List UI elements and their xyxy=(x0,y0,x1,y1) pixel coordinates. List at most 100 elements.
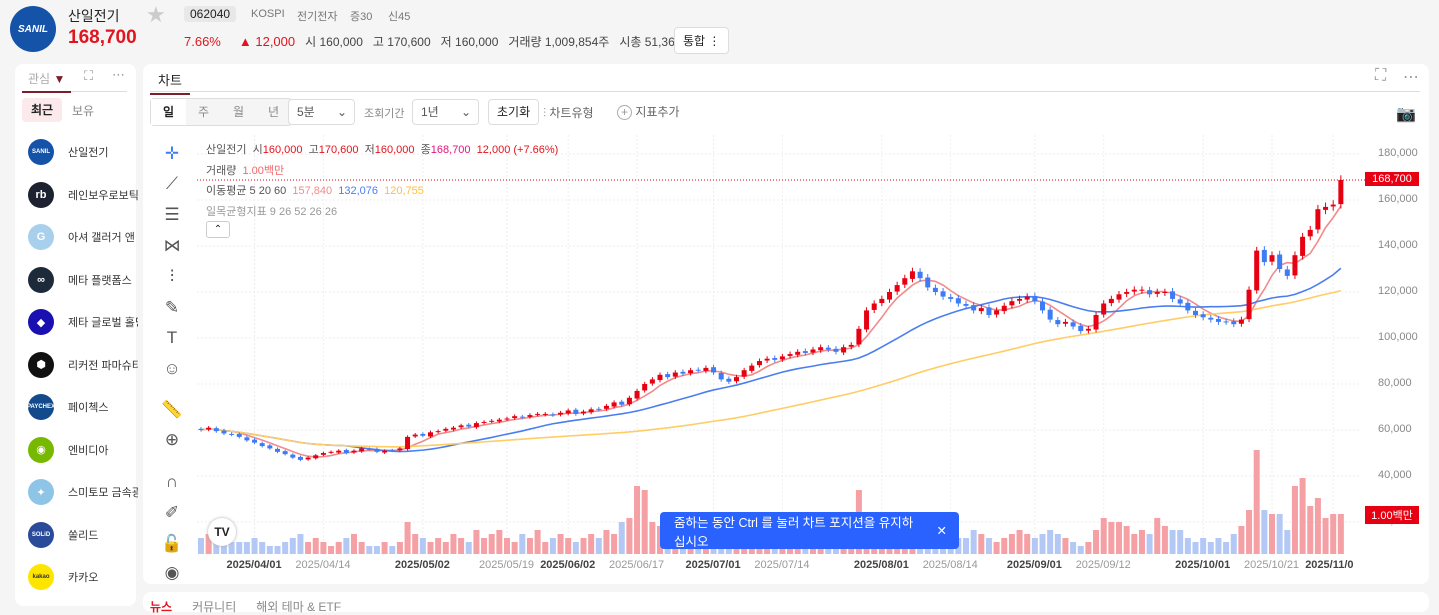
candle-body xyxy=(1124,292,1130,294)
candle-body xyxy=(657,374,663,381)
candle-body xyxy=(412,434,418,437)
legend-close: 168,700 xyxy=(430,144,471,156)
candle-body xyxy=(1200,314,1206,318)
volume-bar xyxy=(1154,518,1161,554)
candle-body xyxy=(1284,269,1290,276)
legend-low-label: 저 xyxy=(364,144,375,156)
ma5-value: 157,840 xyxy=(292,185,333,197)
candle-body xyxy=(795,351,801,355)
candle-body xyxy=(1170,291,1176,299)
volume-bar xyxy=(641,490,648,554)
candle-body xyxy=(695,369,701,371)
candle-body xyxy=(1078,325,1084,332)
volume-bar xyxy=(297,534,304,554)
x-tick-label: 2025/06/02 xyxy=(540,559,596,571)
candle-body xyxy=(634,390,640,399)
volume-bar xyxy=(1031,538,1038,554)
tab-theme-etf[interactable]: 해외 테마 & ETF xyxy=(256,598,341,615)
volume-bar xyxy=(588,534,595,554)
volume-bar xyxy=(1108,522,1115,554)
volume-bar xyxy=(1330,514,1337,554)
y-tick-label: 120,000 xyxy=(1378,285,1418,297)
volume-bar xyxy=(1062,538,1069,554)
volume-bar xyxy=(1276,514,1283,554)
tab-community[interactable]: 커뮤니티 xyxy=(192,598,236,615)
candle-body xyxy=(1047,309,1053,320)
candle-body xyxy=(818,347,824,351)
volume-bar xyxy=(312,538,319,554)
candle-body xyxy=(588,409,594,413)
volume-bar xyxy=(1100,518,1107,554)
volume-bar xyxy=(328,546,335,554)
candle-body xyxy=(221,430,227,434)
candle-body xyxy=(756,361,762,366)
tab-news[interactable]: 뉴스 xyxy=(150,598,172,615)
volume-bar xyxy=(603,530,610,554)
x-tick-label: 2025/04/14 xyxy=(295,559,351,571)
volume-bar xyxy=(1253,450,1260,554)
volume-bar xyxy=(1001,538,1008,554)
candle-body xyxy=(535,413,541,415)
volume-bar xyxy=(626,518,633,554)
y-tick-label: 160,000 xyxy=(1378,193,1418,205)
volume-bar xyxy=(1070,542,1077,554)
y-tick-label: 100,000 xyxy=(1378,331,1418,343)
candle-body xyxy=(405,436,411,450)
y-tick-label: 60,000 xyxy=(1378,423,1412,435)
volume-bar xyxy=(557,534,564,554)
volume-bar xyxy=(1039,534,1046,554)
volume-bar xyxy=(963,538,969,554)
y-tick-label: 140,000 xyxy=(1378,239,1418,251)
candle-body xyxy=(244,437,250,441)
candle-body xyxy=(259,443,265,447)
collapse-legend-button[interactable]: ⌃ xyxy=(206,221,230,238)
volume-bar xyxy=(649,522,656,554)
close-icon[interactable]: ✕ xyxy=(937,523,947,538)
candle-body xyxy=(359,448,365,452)
volume-bar xyxy=(442,542,449,554)
volume-bar xyxy=(243,542,250,554)
volume-bar xyxy=(1085,542,1092,554)
candle-body xyxy=(343,450,349,453)
candle-body xyxy=(718,372,724,380)
candle-body xyxy=(1108,298,1114,304)
volume-bar xyxy=(611,534,618,554)
candle-body xyxy=(772,358,778,360)
candle-body xyxy=(1024,296,1030,300)
candle-body xyxy=(1261,249,1267,263)
candle-body xyxy=(1223,321,1229,323)
volume-bar xyxy=(618,522,625,554)
volume-bar xyxy=(366,546,373,554)
candle-body xyxy=(1040,301,1045,311)
candle-body xyxy=(550,414,556,416)
candle-body xyxy=(428,432,433,437)
candle-body xyxy=(229,433,235,435)
candle-body xyxy=(1238,319,1244,324)
volume-bar xyxy=(1261,510,1268,554)
candle-body xyxy=(1193,310,1198,315)
candle-body xyxy=(297,456,303,460)
candle-body xyxy=(320,453,326,455)
volume-bar xyxy=(251,538,258,554)
volume-bar xyxy=(320,542,327,554)
candle-body xyxy=(313,455,319,459)
candle-body xyxy=(902,278,908,285)
candle-body xyxy=(1323,206,1329,210)
volume-bar xyxy=(404,522,411,554)
candle-body xyxy=(1085,328,1091,331)
volume-bar xyxy=(427,542,434,554)
candle-body xyxy=(779,356,785,360)
volume-bar xyxy=(198,538,204,554)
volume-bar xyxy=(412,534,419,554)
candle-body xyxy=(603,405,609,409)
ichimoku-legend: 일목균형지표 9 26 52 26 26 xyxy=(206,206,338,218)
candle-body xyxy=(810,349,816,353)
volume-bar xyxy=(458,538,465,554)
candle-body xyxy=(1070,322,1076,327)
x-tick-label: 2025/09/01 xyxy=(1006,559,1062,571)
legend-low: 160,000 xyxy=(374,144,415,156)
volume-bar xyxy=(450,534,457,554)
volume-bar xyxy=(1291,486,1298,554)
candle-body xyxy=(825,347,831,350)
candle-body xyxy=(1055,320,1061,325)
